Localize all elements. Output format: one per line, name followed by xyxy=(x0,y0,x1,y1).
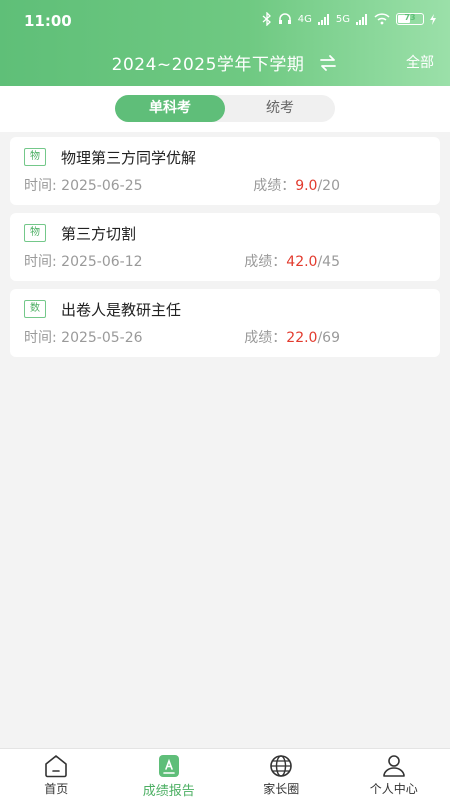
tab-home-label: 首页 xyxy=(44,782,69,796)
bluetooth-icon xyxy=(262,12,271,26)
tab-profile-label: 个人中心 xyxy=(369,782,418,796)
time-label: 时间: xyxy=(24,254,57,270)
charging-icon xyxy=(430,13,436,25)
status-icons: 4G 5G 73 xyxy=(262,12,436,26)
subject-tag: 物 xyxy=(24,224,46,242)
score-label: 成绩： xyxy=(244,254,287,270)
exam-time: 时间: 2025-05-26 xyxy=(24,327,143,347)
tab-score-report-label: 成绩报告 xyxy=(142,784,195,799)
exam-title: 出卷人是教研主任 xyxy=(61,301,182,319)
term-title: 2024~2025学年下学期 xyxy=(111,55,305,75)
score-label: 成绩： xyxy=(253,178,296,194)
signal-icon-2 xyxy=(356,13,367,25)
score-value: 9.0 xyxy=(295,178,318,194)
tab-profile[interactable]: 个人中心 xyxy=(338,749,450,800)
bottom-tab-bar: 首页 成绩报告 家长圈 个人中心 xyxy=(0,748,450,800)
exam-time: 时间: 2025-06-25 xyxy=(24,175,143,195)
score-total: /45 xyxy=(317,254,340,270)
signal-icon xyxy=(317,13,329,25)
time-label: 时间: xyxy=(24,178,57,194)
tab-single-subject[interactable]: 单科考 xyxy=(115,95,225,122)
tab-home[interactable]: 首页 xyxy=(0,749,113,800)
exam-score: 成绩：42.0/45 xyxy=(244,251,340,271)
score-value: 22.0 xyxy=(286,330,318,346)
tab-parents-circle[interactable]: 家长圈 xyxy=(225,749,338,800)
score-label: 成绩： xyxy=(244,330,287,346)
report-icon xyxy=(158,755,179,777)
exam-type-switch: 单科考 统考 xyxy=(115,95,335,122)
globe-icon xyxy=(270,755,293,777)
score-total: /20 xyxy=(317,178,340,194)
wifi-icon xyxy=(374,13,390,25)
exam-score: 成绩：9.0/20 xyxy=(253,175,340,195)
subject-tag: 物 xyxy=(24,148,46,166)
term-selector[interactable]: 2024~2025学年下学期 xyxy=(0,50,450,75)
score-total: /69 xyxy=(317,330,340,346)
home-icon xyxy=(45,755,68,778)
network-5g-label: 5G xyxy=(335,13,350,25)
exam-score: 成绩：22.0/69 xyxy=(244,327,340,347)
tab-score-report[interactable]: 成绩报告 xyxy=(113,749,226,800)
exam-date: 2025-05-26 xyxy=(61,330,143,346)
time-label: 时间: xyxy=(24,330,57,346)
exam-title: 第三方切割 xyxy=(61,225,137,243)
network-4g-label: 4G xyxy=(297,13,312,25)
battery-level: 73 xyxy=(404,13,416,22)
exam-type-switch-bar: 单科考 统考 xyxy=(0,86,450,132)
exam-card[interactable]: 数 出卷人是教研主任 时间: 2025-05-26 成绩：22.0/69 xyxy=(10,289,440,357)
swap-icon[interactable] xyxy=(318,54,338,72)
exam-card[interactable]: 物 第三方切割 时间: 2025-06-12 成绩：42.0/45 xyxy=(10,213,440,281)
all-filter-button[interactable]: 全部 xyxy=(406,52,434,72)
subject-tag: 数 xyxy=(24,300,46,318)
user-icon xyxy=(382,755,405,777)
exam-date: 2025-06-25 xyxy=(61,178,143,194)
status-bar: 11:00 4G 5G 73 xyxy=(0,0,450,40)
exam-list: 物 物理第三方同学优解 时间: 2025-06-25 成绩：9.0/20 物 第… xyxy=(10,137,440,365)
exam-time: 时间: 2025-06-12 xyxy=(24,251,143,271)
exam-title: 物理第三方同学优解 xyxy=(61,149,197,167)
app-header: 11:00 4G 5G 73 2024~2025学年下学期 全部 xyxy=(0,0,450,86)
battery-icon: 73 xyxy=(396,13,424,25)
status-time: 11:00 xyxy=(24,12,72,30)
exam-date: 2025-06-12 xyxy=(61,254,143,270)
exam-card[interactable]: 物 物理第三方同学优解 时间: 2025-06-25 成绩：9.0/20 xyxy=(10,137,440,205)
score-value: 42.0 xyxy=(286,254,318,270)
headphone-icon xyxy=(278,13,291,24)
tab-parents-circle-label: 家长圈 xyxy=(263,782,300,796)
tab-unified-exam[interactable]: 统考 xyxy=(225,95,335,122)
